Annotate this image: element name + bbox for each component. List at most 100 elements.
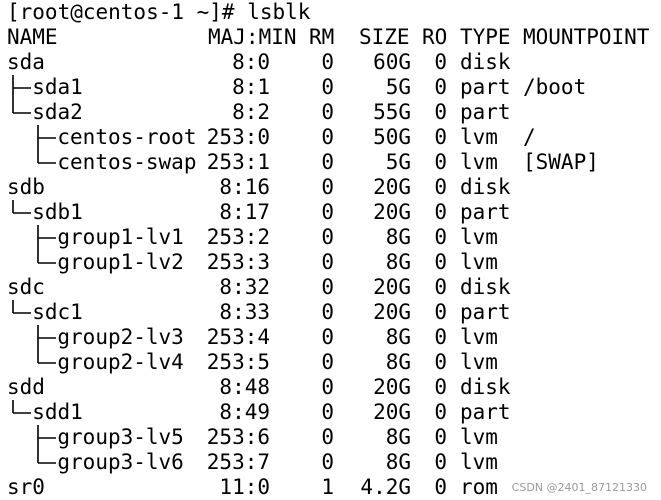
- type-cell: part: [460, 75, 511, 99]
- device-name: sdd1: [32, 400, 83, 424]
- tree-branch-icon: [7, 75, 31, 100]
- device-name: sdb: [7, 175, 45, 199]
- device-row: sda2 8:2 0 55G 0 part: [0, 100, 661, 125]
- ro-cell: 0: [434, 225, 447, 249]
- tree-branch-last-icon: [7, 100, 31, 125]
- header-type: TYPE: [460, 25, 511, 49]
- type-cell: lvm: [460, 450, 498, 474]
- header-mountpoint: MOUNTPOINT: [523, 25, 650, 49]
- tree-branch-icon: [32, 225, 57, 250]
- device-row: sda 8:0 0 60G 0 disk: [0, 50, 661, 75]
- ro-cell: 0: [434, 150, 447, 174]
- device-name: group1-lv1: [57, 225, 184, 249]
- ro-cell: 0: [434, 325, 447, 349]
- majmin-cell: 8:17: [219, 200, 270, 224]
- device-row: sdb 8:16 0 20G 0 disk: [0, 175, 661, 200]
- majmin-cell: 253:1: [206, 150, 270, 174]
- type-cell: part: [460, 400, 511, 424]
- majmin-cell: 11:0: [219, 475, 270, 499]
- size-cell: 60G: [373, 50, 411, 74]
- terminal-window[interactable]: [root@centos-1 ~]# lsblk NAME MAJ:MIN RM…: [0, 0, 661, 500]
- device-row: group1-lv2 253:3 0 8G 0 lvm: [0, 250, 661, 275]
- type-cell: disk: [460, 275, 511, 299]
- majmin-cell: 8:1: [232, 75, 270, 99]
- device-name: group3-lv6: [57, 450, 184, 474]
- ro-cell: 0: [434, 125, 447, 149]
- rm-cell: 0: [321, 250, 334, 274]
- tree-branch-last-icon: [7, 400, 31, 425]
- type-cell: disk: [460, 375, 511, 399]
- majmin-cell: 8:49: [219, 400, 270, 424]
- device-name: sda: [7, 50, 45, 74]
- majmin-cell: 8:48: [219, 375, 270, 399]
- majmin-cell: 253:6: [206, 425, 270, 449]
- tree-branch-icon: [32, 425, 57, 450]
- size-cell: 8G: [385, 225, 411, 249]
- type-cell: lvm: [460, 425, 498, 449]
- rm-cell: 0: [321, 300, 334, 324]
- device-row: group1-lv1 253:2 0 8G 0 lvm: [0, 225, 661, 250]
- majmin-cell: 253:7: [206, 450, 270, 474]
- device-name: sda1: [32, 75, 83, 99]
- size-cell: 20G: [373, 175, 411, 199]
- type-cell: part: [460, 100, 511, 124]
- tree-branch-last-icon: [32, 450, 57, 475]
- device-row: sdd 8:48 0 20G 0 disk: [0, 375, 661, 400]
- device-name: group2-lv4: [57, 350, 184, 374]
- rm-cell: 0: [321, 100, 334, 124]
- ro-cell: 0: [434, 375, 447, 399]
- size-cell: 8G: [385, 425, 411, 449]
- tree-branch-last-icon: [32, 350, 57, 375]
- tree-branch-last-icon: [32, 150, 57, 175]
- majmin-cell: 8:16: [219, 175, 270, 199]
- majmin-cell: 8:0: [232, 50, 270, 74]
- device-name: sdd: [7, 375, 45, 399]
- rm-cell: 0: [321, 175, 334, 199]
- ro-cell: 0: [434, 400, 447, 424]
- mountpoint-cell: /: [523, 125, 536, 149]
- mountpoint-cell: [SWAP]: [523, 150, 599, 174]
- size-cell: 20G: [373, 375, 411, 399]
- device-name: sdc1: [32, 300, 83, 324]
- rm-cell: 1: [321, 475, 334, 499]
- header-size: SIZE: [359, 25, 410, 49]
- device-row: sdc 8:32 0 20G 0 disk: [0, 275, 661, 300]
- majmin-cell: 8:32: [219, 275, 270, 299]
- ro-cell: 0: [434, 100, 447, 124]
- majmin-cell: 253:3: [206, 250, 270, 274]
- rm-cell: 0: [321, 50, 334, 74]
- majmin-cell: 253:0: [206, 125, 270, 149]
- type-cell: part: [460, 300, 511, 324]
- device-name: centos-root: [57, 125, 197, 149]
- device-name: group2-lv3: [57, 325, 184, 349]
- size-cell: 50G: [373, 125, 411, 149]
- majmin-cell: 253:4: [206, 325, 270, 349]
- prompt-line: [root@centos-1 ~]# lsblk: [0, 0, 310, 25]
- ro-cell: 0: [434, 50, 447, 74]
- device-row: sda1 8:1 0 5G 0 part/boot: [0, 75, 661, 100]
- type-cell: disk: [460, 50, 511, 74]
- ro-cell: 0: [434, 450, 447, 474]
- device-row: group3-lv6 253:7 0 8G 0 lvm: [0, 450, 661, 475]
- size-cell: 8G: [385, 250, 411, 274]
- type-cell: lvm: [460, 350, 498, 374]
- ro-cell: 0: [434, 175, 447, 199]
- tree-branch-last-icon: [32, 250, 57, 275]
- majmin-cell: 253:5: [206, 350, 270, 374]
- header-name: NAME: [7, 25, 58, 49]
- rm-cell: 0: [321, 75, 334, 99]
- type-cell: disk: [460, 175, 511, 199]
- type-cell: lvm: [460, 225, 498, 249]
- majmin-cell: 8:2: [232, 100, 270, 124]
- size-cell: 5G: [385, 75, 411, 99]
- device-name: group1-lv2: [57, 250, 184, 274]
- ro-cell: 0: [434, 250, 447, 274]
- watermark: CSDN @2401_87121330: [511, 481, 647, 494]
- device-name: sr0: [7, 475, 45, 499]
- ro-cell: 0: [434, 350, 447, 374]
- type-cell: lvm: [460, 125, 498, 149]
- device-row: centos-root 253:0 0 50G 0 lvm /: [0, 125, 661, 150]
- size-cell: 4.2G: [360, 475, 411, 499]
- device-row: centos-swap 253:1 0 5G 0 lvm [SWAP]: [0, 150, 661, 175]
- mountpoint-cell: /boot: [523, 75, 587, 99]
